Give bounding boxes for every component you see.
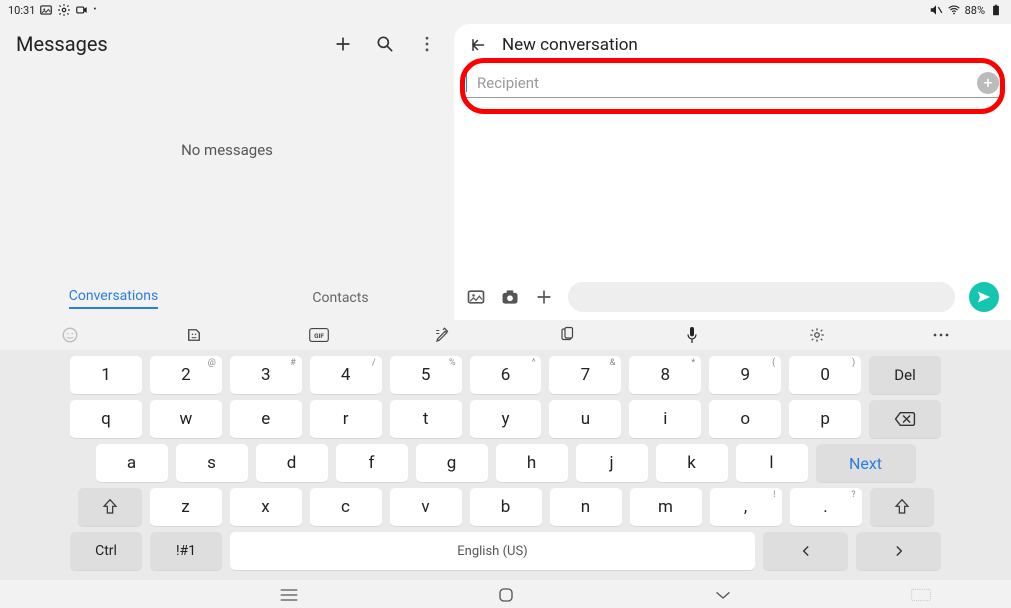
on-screen-keyboard: 12@3#4/5%6^7&8*9(0)Del qwertyuiop asdfgh… [0, 350, 1011, 580]
send-button[interactable] [969, 282, 999, 312]
key-symbols[interactable]: !#1 [150, 532, 222, 570]
key-space[interactable]: English (US) [230, 532, 755, 570]
key-g[interactable]: g [416, 444, 488, 482]
no-messages-text: No messages [0, 64, 454, 276]
key-left-arrow[interactable] [763, 532, 848, 570]
gallery-icon[interactable] [466, 287, 486, 307]
key-b[interactable]: b [470, 488, 542, 526]
settings-indicator-icon [57, 3, 71, 17]
key-4[interactable]: 4/ [310, 356, 382, 394]
key-6[interactable]: 6^ [470, 356, 542, 394]
back-button[interactable] [468, 34, 490, 56]
tab-conversations[interactable]: Conversations [0, 276, 227, 320]
key-p[interactable]: p [789, 400, 861, 438]
key-0[interactable]: 0) [789, 356, 861, 394]
battery-icon [989, 3, 1003, 17]
conversations-pane: Messages No messages Conversations Conta… [0, 20, 454, 320]
back-nav-button[interactable] [711, 583, 735, 607]
key-9[interactable]: 9( [709, 356, 781, 394]
emoji-tool-icon[interactable] [60, 325, 80, 345]
key-2[interactable]: 2@ [150, 356, 222, 394]
key-n[interactable]: n [550, 488, 622, 526]
conversation-body [454, 104, 1011, 274]
add-recipient-button[interactable]: + [977, 72, 999, 94]
clipboard-tool-icon[interactable] [558, 325, 578, 345]
tab-contacts-label: Contacts [312, 290, 368, 306]
key-z[interactable]: z [150, 488, 222, 526]
status-bar: 10:31 • 88% [0, 0, 1011, 20]
add-attachment-icon[interactable] [534, 287, 554, 307]
key-next[interactable]: Next [816, 444, 916, 482]
key-f[interactable]: f [336, 444, 408, 482]
gif-tool-icon[interactable]: GIF [309, 325, 329, 345]
key-comma[interactable]: ,! [710, 488, 782, 526]
key-q[interactable]: q [70, 400, 142, 438]
recipient-input[interactable] [477, 74, 969, 92]
key-right-arrow[interactable] [856, 532, 941, 570]
battery-pct: 88% [965, 4, 985, 17]
status-right: 88% [929, 3, 1003, 17]
home-button[interactable] [494, 583, 518, 607]
key-u[interactable]: u [549, 400, 621, 438]
key-i[interactable]: i [629, 400, 701, 438]
search-button[interactable] [374, 33, 396, 55]
compose-bar [454, 274, 1011, 320]
key-shift-right[interactable] [870, 488, 934, 526]
key-period[interactable]: .? [790, 488, 862, 526]
key-e[interactable]: e [230, 400, 302, 438]
messages-title: Messages [16, 32, 108, 56]
message-input[interactable] [568, 282, 955, 312]
tab-contacts[interactable]: Contacts [227, 276, 454, 320]
key-a[interactable]: a [96, 444, 168, 482]
keyboard-more-icon[interactable] [931, 325, 951, 345]
key-j[interactable]: j [576, 444, 648, 482]
wifi-icon [947, 3, 961, 17]
svg-text:GIF: GIF [314, 332, 324, 340]
navigation-bar [0, 580, 1011, 608]
compose-button[interactable] [332, 33, 354, 55]
keyboard-switch-icon[interactable] [911, 588, 931, 605]
key-d[interactable]: d [256, 444, 328, 482]
key-o[interactable]: o [709, 400, 781, 438]
key-3[interactable]: 3# [230, 356, 302, 394]
video-indicator-icon [75, 3, 89, 17]
key-backspace[interactable] [869, 400, 941, 438]
key-v[interactable]: v [390, 488, 462, 526]
keyboard-settings-icon[interactable] [807, 325, 827, 345]
voice-tool-icon[interactable] [682, 325, 702, 345]
new-conversation-pane: New conversation + [454, 24, 1011, 320]
recents-button[interactable] [277, 583, 301, 607]
tab-conversations-label: Conversations [69, 288, 158, 309]
key-l[interactable]: l [736, 444, 808, 482]
key-t[interactable]: t [390, 400, 462, 438]
key-r[interactable]: r [310, 400, 382, 438]
key-1[interactable]: 1 [70, 356, 142, 394]
more-options-button[interactable] [416, 33, 438, 55]
key-shift-left[interactable] [78, 488, 142, 526]
status-left: 10:31 • [8, 3, 96, 17]
key-x[interactable]: x [230, 488, 302, 526]
image-indicator-icon [39, 3, 53, 17]
handwriting-tool-icon[interactable] [433, 325, 453, 345]
new-conversation-title: New conversation [502, 35, 638, 55]
key-k[interactable]: k [656, 444, 728, 482]
status-time: 10:31 [8, 4, 35, 17]
key-delete[interactable]: Del [869, 356, 941, 394]
mute-icon [929, 3, 943, 17]
key-c[interactable]: c [310, 488, 382, 526]
key-w[interactable]: w [150, 400, 222, 438]
key-5[interactable]: 5% [390, 356, 462, 394]
key-s[interactable]: s [176, 444, 248, 482]
key-h[interactable]: h [496, 444, 568, 482]
sticker-tool-icon[interactable] [184, 325, 204, 345]
key-m[interactable]: m [630, 488, 702, 526]
key-8[interactable]: 8* [629, 356, 701, 394]
status-dot: • [93, 5, 96, 15]
camera-icon[interactable] [500, 287, 520, 307]
text-cursor [466, 74, 467, 92]
key-ctrl[interactable]: Ctrl [70, 532, 142, 570]
keyboard-toolbar: GIF [0, 320, 1011, 350]
key-y[interactable]: y [470, 400, 542, 438]
key-7[interactable]: 7& [549, 356, 621, 394]
